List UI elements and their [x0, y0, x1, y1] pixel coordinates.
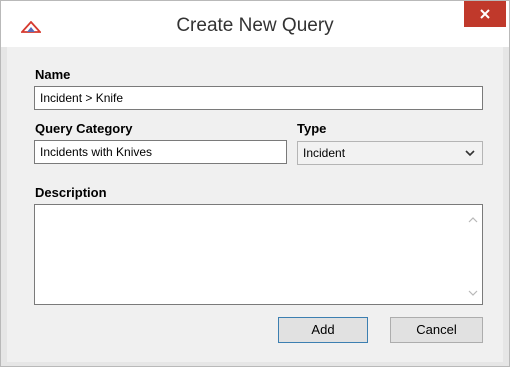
- add-button[interactable]: Add: [278, 317, 368, 343]
- close-icon: [480, 9, 490, 19]
- name-input[interactable]: Incident > Knife: [34, 86, 483, 110]
- type-selected-value: Incident: [303, 146, 346, 160]
- scroll-up-arrow-icon[interactable]: [468, 215, 478, 225]
- create-query-dialog: Create New Query Name Incident > Knife Q…: [0, 0, 510, 367]
- type-label: Type: [297, 121, 327, 136]
- dialog-body: Name Incident > Knife Query Category Inc…: [7, 47, 503, 362]
- scroll-down-arrow-icon[interactable]: [468, 288, 478, 298]
- chevron-down-icon: [465, 150, 475, 157]
- close-button[interactable]: [464, 1, 506, 27]
- window-title: Create New Query: [176, 15, 334, 36]
- cancel-button[interactable]: Cancel: [390, 317, 483, 343]
- type-select[interactable]: Incident: [297, 141, 483, 165]
- query-category-label: Query Category: [35, 121, 133, 136]
- title-bar: Create New Query: [1, 1, 509, 47]
- name-label: Name: [35, 67, 71, 82]
- query-category-input[interactable]: Incidents with Knives: [34, 140, 287, 164]
- description-label: Description: [35, 185, 107, 200]
- description-textarea[interactable]: [34, 204, 483, 305]
